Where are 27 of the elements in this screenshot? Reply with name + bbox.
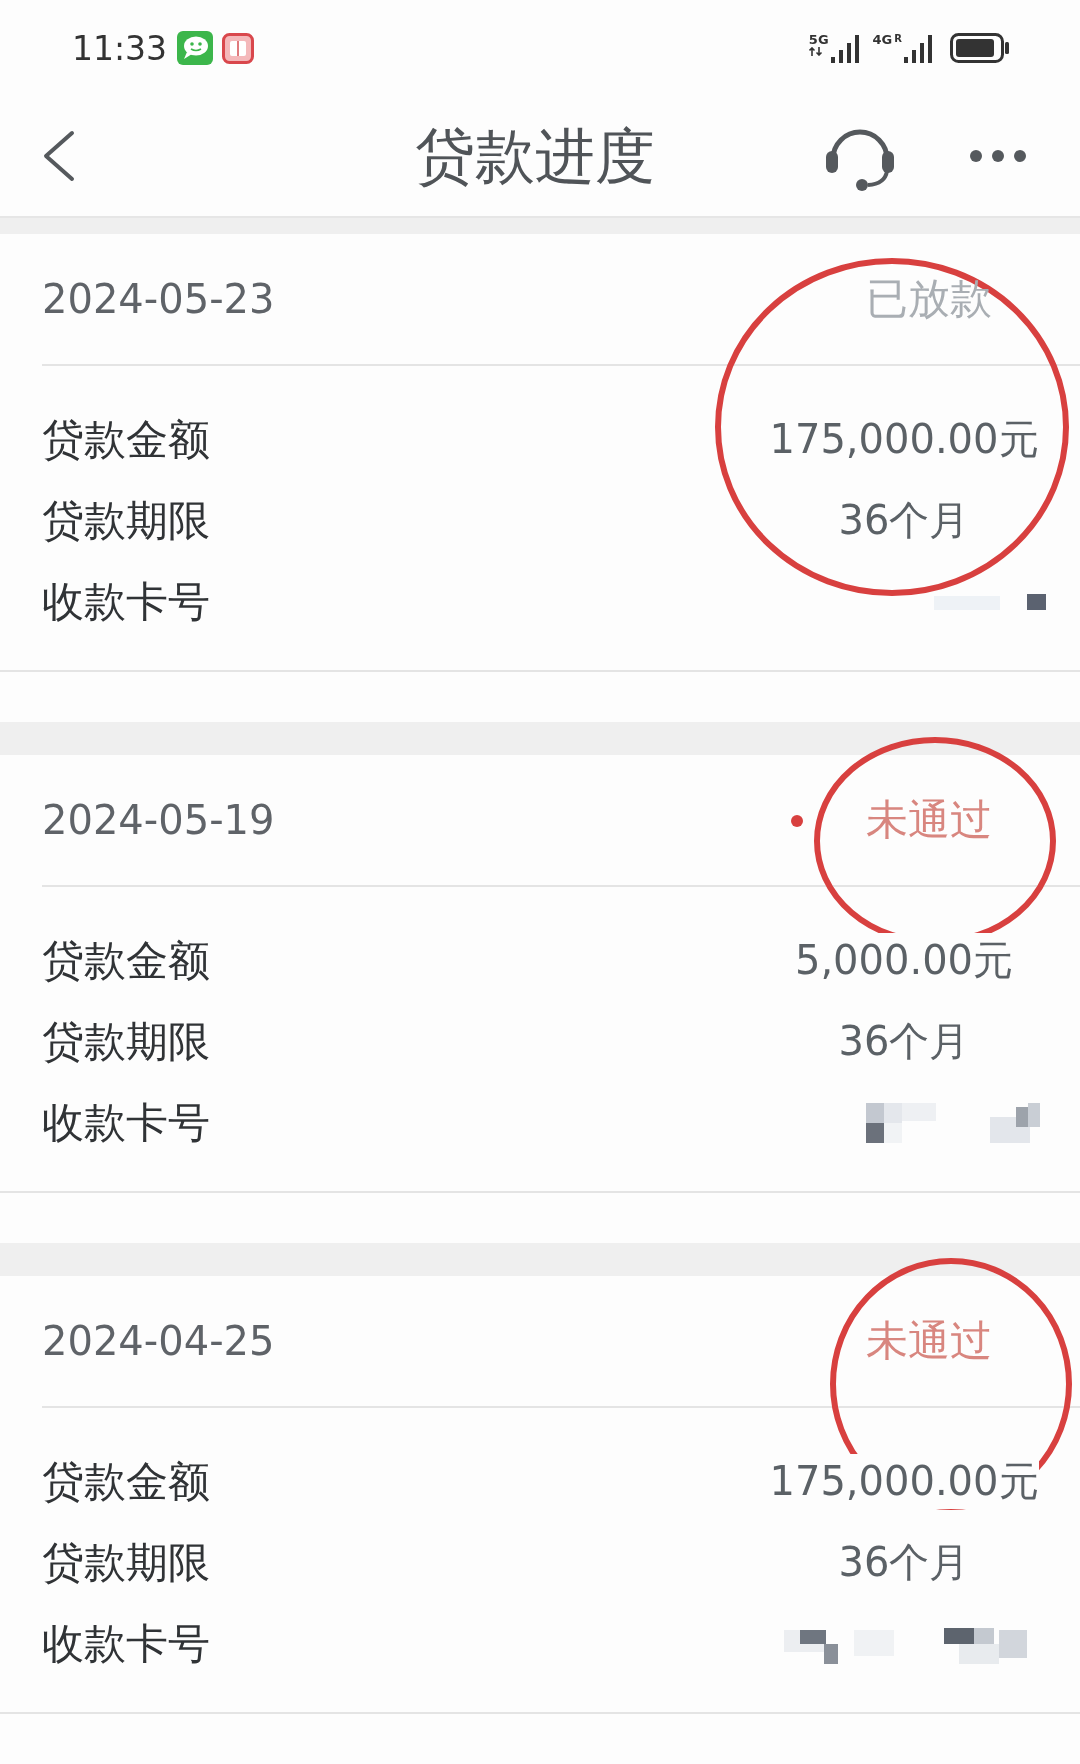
application-date: 2024-04-25 — [42, 1318, 275, 1364]
application-date: 2024-05-23 — [42, 276, 275, 322]
battery-icon — [950, 33, 1010, 63]
field-label: 收款卡号 — [42, 575, 210, 628]
field-label: 贷款金额 — [42, 413, 210, 466]
roaming-label: R — [894, 33, 902, 44]
network-type-label: 5G — [808, 33, 829, 47]
app-icon — [222, 32, 255, 64]
network-type-label: 4G — [872, 33, 893, 47]
field-label: 贷款期限 — [42, 1536, 210, 1589]
dot-icon — [791, 815, 803, 827]
page-title: 贷款进度 — [414, 120, 655, 192]
application-date: 2024-05-19 — [42, 797, 275, 843]
field-label: 贷款金额 — [42, 934, 210, 987]
field-label: 收款卡号 — [42, 1617, 210, 1670]
chat-app-icon — [177, 31, 214, 65]
signal-icon — [830, 35, 859, 63]
field-label: 收款卡号 — [42, 1096, 210, 1149]
more-icon[interactable] — [969, 149, 1027, 163]
loan-status: 未通过 — [866, 1315, 992, 1367]
loan-status: 未通过 — [866, 794, 992, 846]
status-time: 11:33 — [72, 28, 168, 68]
field-label: 贷款期限 — [42, 494, 210, 547]
field-label: 贷款金额 — [42, 1455, 210, 1508]
field-label: 贷款期限 — [42, 1015, 210, 1068]
back-icon[interactable] — [42, 130, 76, 182]
loan-status: 已放款 — [866, 273, 992, 325]
